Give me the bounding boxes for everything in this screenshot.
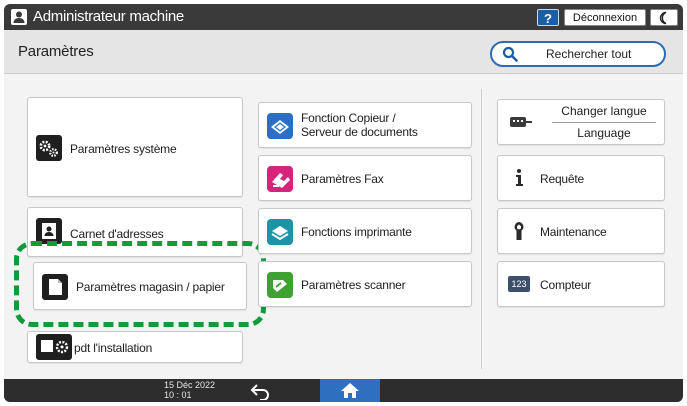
tile-label: Fonction Copieur / Serveur de documents xyxy=(301,111,418,139)
counter-icon: 123 xyxy=(508,276,530,292)
logout-button[interactable]: Déconnexion xyxy=(564,9,646,26)
home-icon xyxy=(341,383,359,398)
address-book-tile[interactable]: Carnet d'adresses xyxy=(27,207,243,257)
gears-icon xyxy=(36,135,62,161)
time-text: 10 : 01 xyxy=(164,390,192,400)
energy-saver-button[interactable] xyxy=(650,9,678,26)
installation-icon xyxy=(36,334,72,360)
moon-icon xyxy=(659,11,667,25)
address-book-icon xyxy=(36,218,62,244)
user-icon xyxy=(11,9,27,25)
tile-label: Compteur xyxy=(540,278,592,292)
tile-label: Paramètres magasin / papier xyxy=(76,280,225,294)
tile-label: Fonctions imprimante xyxy=(301,225,412,239)
date-time: 15 Déc 2022 10 : 01 xyxy=(164,380,215,400)
back-button[interactable] xyxy=(249,382,273,401)
copier-icon xyxy=(267,113,293,139)
help-button[interactable]: ? xyxy=(537,9,559,26)
settings-menu: Paramètres système Carnet d'adresses Par… xyxy=(4,75,683,379)
tray-paper-settings-tile[interactable]: Paramètres magasin / papier xyxy=(33,262,247,310)
paper-tray-icon xyxy=(42,274,68,300)
wrench-icon xyxy=(508,219,530,243)
tile-label-line2: Serveur de documents xyxy=(301,125,418,139)
tile-label: Maintenance xyxy=(540,225,607,239)
tile-label: Paramètres scanner xyxy=(301,278,406,292)
search-all-button[interactable]: Rechercher tout xyxy=(490,41,666,67)
search-all-label: Rechercher tout xyxy=(546,47,632,61)
info-icon xyxy=(508,166,530,190)
home-button[interactable] xyxy=(320,379,380,402)
label-divider xyxy=(552,122,656,123)
inquiry-tile[interactable]: Requête xyxy=(497,155,665,201)
change-language-label: Changer langue xyxy=(561,104,647,118)
tile-label-line1: Fonction Copieur / xyxy=(301,111,396,125)
tile-label: Requête xyxy=(540,172,584,186)
copier-document-server-tile[interactable]: Fonction Copieur / Serveur de documents xyxy=(258,102,472,148)
tile-label: Carnet d'adresses xyxy=(70,227,164,241)
tile-label: Paramètres Fax xyxy=(301,172,384,186)
counter-tile[interactable]: 123 Compteur xyxy=(497,261,665,307)
date-text: 15 Déc 2022 xyxy=(164,380,216,390)
tile-label: Paramètres système xyxy=(70,142,177,156)
language-label: Language xyxy=(577,126,631,140)
maintenance-tile[interactable]: Maintenance xyxy=(497,208,665,254)
top-bar: Administrateur machine ? Déconnexion xyxy=(4,4,683,30)
system-settings-tile[interactable]: Paramètres système xyxy=(27,97,243,197)
scanner-settings-tile[interactable]: Paramètres scanner xyxy=(258,261,472,307)
change-language-tile[interactable]: Changer langue Language xyxy=(497,99,665,145)
scanner-icon xyxy=(267,272,293,298)
printer-icon xyxy=(267,219,293,245)
admin-settings-screen: Administrateur machine ? Déconnexion Par… xyxy=(4,4,683,402)
printer-features-tile[interactable]: Fonctions imprimante xyxy=(258,208,472,254)
installation-tile[interactable]: pdt l'installation xyxy=(27,331,243,363)
counter-icon-text: 123 xyxy=(511,279,527,289)
keyboard-icon xyxy=(508,110,532,134)
back-arrow-icon xyxy=(250,384,269,401)
page-header: Paramètres Rechercher tout xyxy=(4,30,683,74)
search-icon xyxy=(502,46,518,67)
page-title: Paramètres xyxy=(18,43,94,60)
fax-settings-tile[interactable]: Paramètres Fax xyxy=(258,155,472,201)
tile-label: pdt l'installation xyxy=(74,341,153,355)
bottom-bar: 15 Déc 2022 10 : 01 xyxy=(4,379,683,402)
fax-icon xyxy=(267,166,293,192)
user-mode-title: Administrateur machine xyxy=(33,8,184,25)
column-divider xyxy=(481,89,482,369)
